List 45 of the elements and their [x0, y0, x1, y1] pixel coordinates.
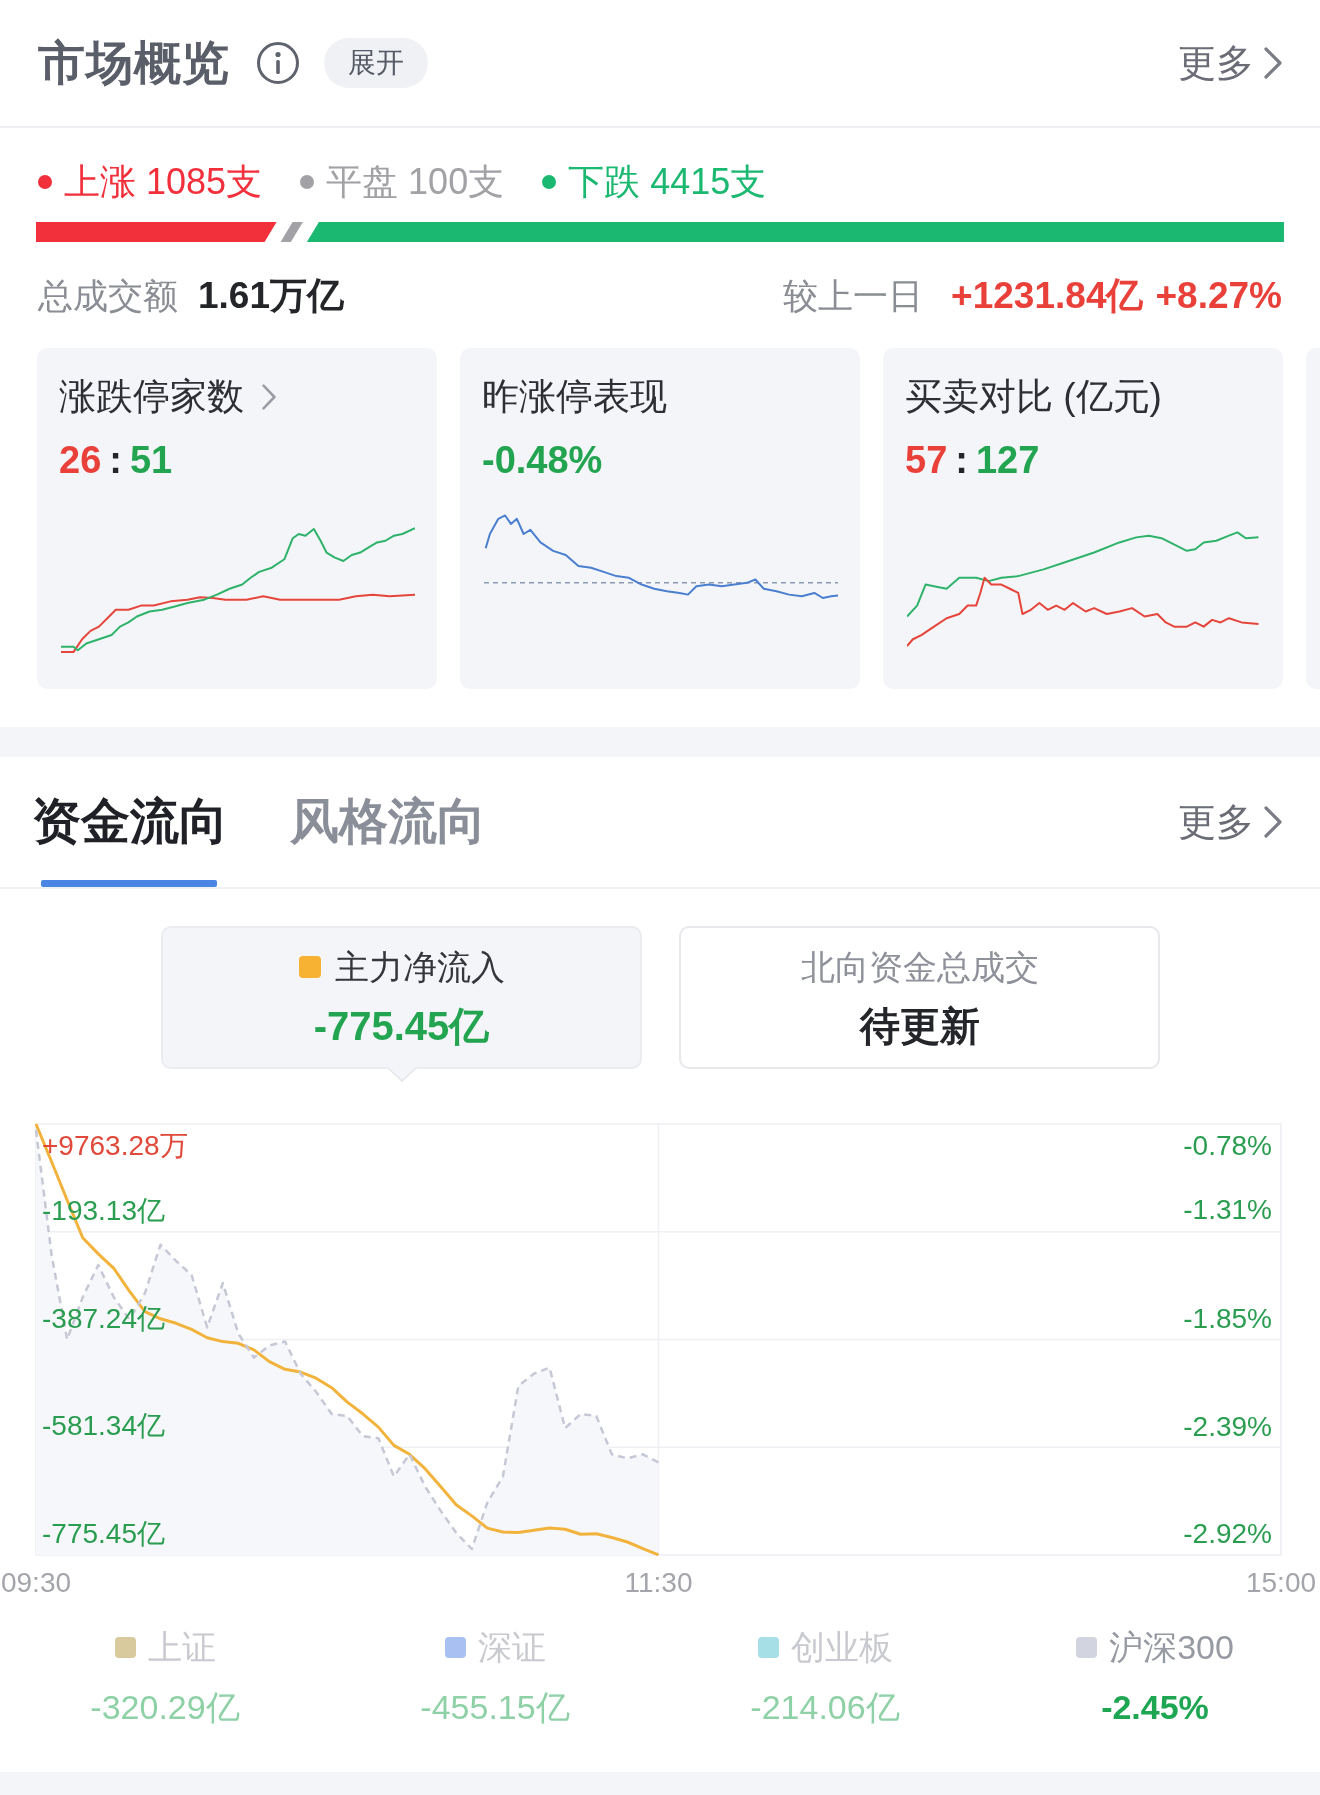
compare-label: 较上一日 — [783, 275, 924, 317]
fall-count: 下跌 4415支 — [568, 162, 767, 202]
change-percent: +8.27% — [1155, 274, 1282, 318]
legend-value: -214.06亿 — [750, 1687, 900, 1728]
tab[interactable]: 资金流向 — [32, 757, 228, 887]
chevron-right-icon — [1264, 806, 1282, 838]
axis-label: -1.85% — [1183, 1302, 1272, 1334]
legend-value: -455.15亿 — [420, 1687, 570, 1728]
axis-label: -2.39% — [1183, 1411, 1272, 1443]
legend-toggle[interactable]: 沪深300 — [1076, 1627, 1234, 1667]
legend-value: -2.45% — [1101, 1687, 1209, 1728]
turnover-label: 总成交额 — [38, 275, 178, 317]
summary-label: 主力净流入 — [334, 947, 505, 988]
axis-label: 11:30 — [624, 1567, 693, 1598]
turnover-value: 1.61万亿 — [198, 274, 344, 318]
card-title: 买卖对比 (亿元) — [905, 375, 1162, 419]
ratio-value: 26 : 51 — [59, 438, 173, 482]
more-link[interactable]: 更多 — [1178, 41, 1282, 85]
summary-label: 北向资金总成交 — [800, 947, 1039, 988]
expand-button[interactable]: 展开 — [324, 38, 428, 88]
axis-label: -581.34亿 — [42, 1410, 165, 1442]
tab[interactable]: 风格流向 — [290, 757, 486, 887]
summary-value: 待更新 — [859, 1003, 980, 1050]
change-amount: +1231.84亿 — [951, 274, 1144, 318]
axis-label: -2.92% — [1183, 1518, 1272, 1549]
card-title: 涨跌停家数 — [59, 375, 244, 419]
ratio-value: 57 : 127 — [905, 438, 1040, 482]
chevron-right-icon — [1264, 47, 1282, 79]
axis-label: 09:30 — [0, 1567, 72, 1598]
change-value: -0.48% — [482, 438, 603, 482]
flat-count: 平盘 100支 — [326, 162, 505, 202]
axis-label: 15:00 — [1245, 1567, 1317, 1598]
info-icon[interactable] — [256, 41, 300, 85]
legend-value: -320.29亿 — [90, 1687, 240, 1728]
range-label: -0.78% — [1183, 1130, 1272, 1161]
page-title: 市场概览 — [38, 35, 230, 91]
summary-card[interactable]: 主力净流入 -775.45亿 — [161, 926, 642, 1069]
summary-card[interactable]: 北向资金总成交 待更新 — [679, 926, 1160, 1069]
axis-label: -775.45亿 — [42, 1518, 165, 1549]
pointer-icon — [386, 1067, 417, 1082]
more-link[interactable]: 更多 — [1178, 800, 1282, 844]
rise-count: 上涨 1085支 — [64, 162, 263, 202]
axis-label: -1.31% — [1183, 1193, 1272, 1225]
summary-value: -775.45亿 — [313, 1003, 490, 1050]
card-title: 昨涨停表现 — [482, 375, 667, 419]
